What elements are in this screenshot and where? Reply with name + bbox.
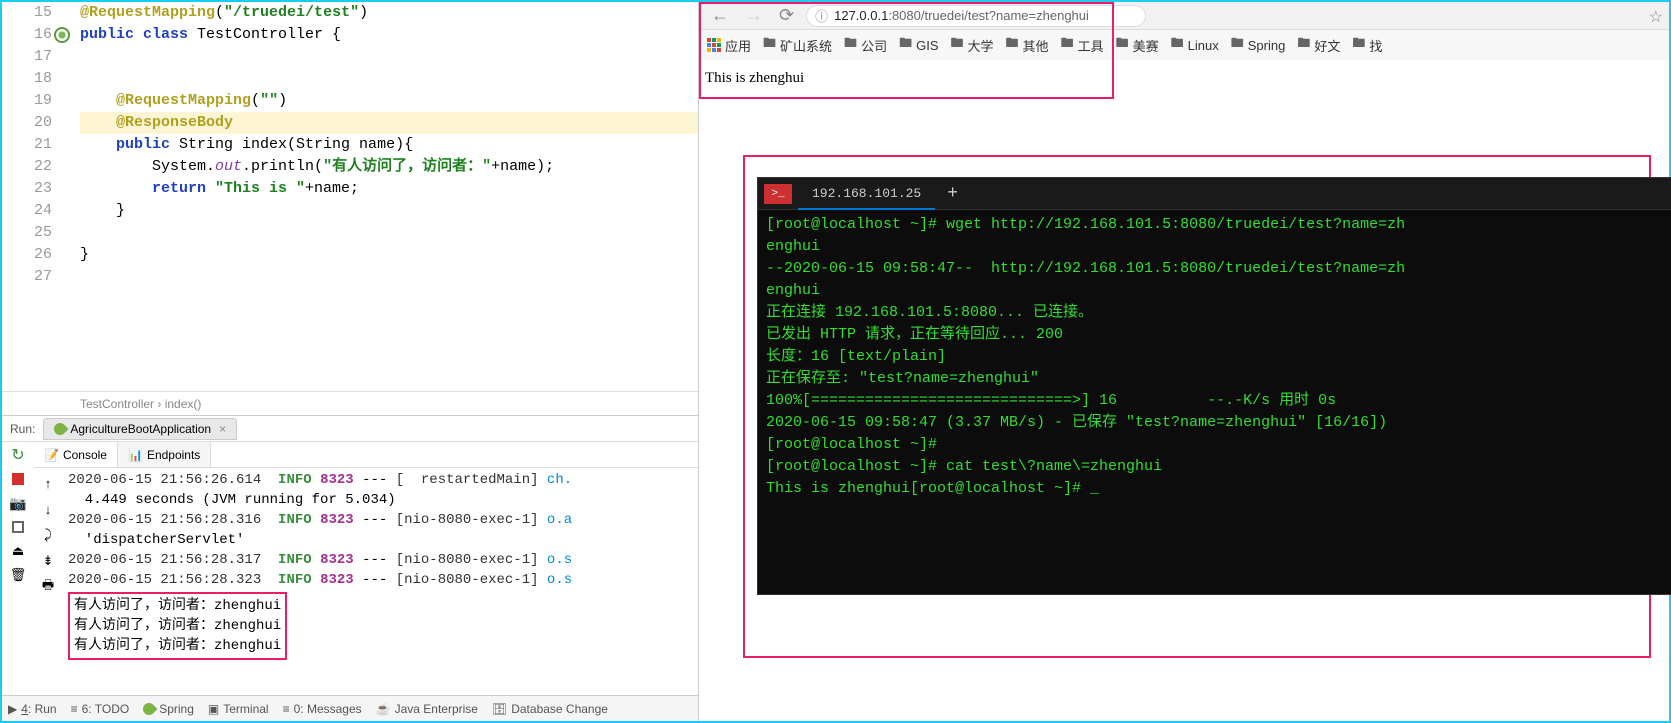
folder-icon: 🖿 — [1297, 34, 1310, 56]
apps-icon — [707, 38, 721, 52]
console-tab[interactable]: 📝 Console — [34, 442, 118, 467]
gutter-line: 23 — [2, 178, 52, 200]
back-icon[interactable]: ← — [707, 5, 733, 26]
folder-icon: 🖿 — [1171, 34, 1184, 56]
scroll-icon[interactable]: ⇟ — [39, 552, 57, 570]
dump-icon[interactable]: 📷 — [9, 494, 27, 512]
folder-icon: 🖿 — [1061, 34, 1074, 56]
gutter-line: 18 — [2, 68, 52, 90]
gutter-line: 27 — [2, 266, 52, 288]
folder-icon: 🖿 — [1006, 34, 1019, 56]
bookmark-folder[interactable]: 🖿Linux — [1171, 34, 1219, 56]
gutter-line: 20 — [2, 112, 52, 134]
line-gutter: 15 16 17 18 19 20 21 22 23 24 25 26 27 — [2, 2, 60, 391]
gutter-line: 21 — [2, 134, 52, 156]
bookmark-star-icon[interactable]: ☆ — [1649, 7, 1663, 27]
bookmark-folder[interactable]: 🖿公司 — [844, 34, 887, 56]
spring-tool[interactable]: Spring — [143, 702, 194, 716]
code-content[interactable]: @RequestMapping("/truedei/test") public … — [60, 2, 698, 391]
folder-icon: 🖿 — [1352, 34, 1365, 56]
close-icon[interactable]: × — [219, 422, 226, 436]
up-icon[interactable]: ↑ — [39, 474, 57, 492]
info-icon[interactable]: ⓘ — [815, 6, 828, 25]
terminal-app-icon: >_ — [764, 184, 792, 204]
gutter-line: 26 — [2, 244, 52, 266]
folder-icon: 🖿 — [844, 34, 857, 56]
folder-icon: 🖿 — [899, 34, 912, 56]
new-tab-icon[interactable]: + — [935, 184, 970, 204]
gutter-line: 16 — [2, 24, 52, 46]
terminal-output[interactable]: [root@localhost ~]# wget http://192.168.… — [758, 210, 1671, 504]
forward-icon[interactable]: → — [741, 5, 767, 26]
browser-chrome: ← → ⟳ ⓘ 127.0.0.1:8080/truedei/test?name… — [699, 2, 1669, 60]
spring-icon — [54, 27, 70, 43]
gutter-line: 25 — [2, 222, 52, 244]
bookmark-folder[interactable]: 🖿Spring — [1231, 34, 1286, 56]
gutter-line: 15 — [2, 2, 52, 24]
gutter-line: 22 — [2, 156, 52, 178]
folder-icon: 🖿 — [763, 34, 776, 56]
address-bar[interactable]: ⓘ 127.0.0.1:8080/truedei/test?name=zheng… — [806, 5, 1146, 27]
messages-tool[interactable]: ≡ 0: Messages — [283, 702, 362, 716]
exit-icon[interactable]: ⏏ — [9, 542, 27, 560]
bookmark-folder[interactable]: 🖿其他 — [1006, 34, 1049, 56]
spring-boot-icon — [52, 420, 69, 437]
wrap-icon[interactable]: ⤸ — [39, 526, 57, 544]
run-toolbar: ↻ 📷 ⏏ 🗑 — [2, 442, 34, 695]
gutter-line: 17 — [2, 46, 52, 68]
terminal-window: >_ 192.168.101.25 + ≡ — ☐ ✕ [root@localh… — [757, 177, 1671, 595]
console-toolbar: ↑ ↓ ⤸ ⇟ 🖶 — [34, 468, 62, 695]
folder-icon: 🖿 — [951, 34, 964, 56]
gutter-line: 24 — [2, 200, 52, 222]
todo-tool[interactable]: ≡ 6: TODO — [71, 702, 130, 716]
bookmark-folder[interactable]: 🖿矿山系统 — [763, 34, 832, 56]
ide-panel: 15 16 17 18 19 20 21 22 23 24 25 26 27 @… — [2, 2, 699, 721]
terminal-tab[interactable]: 192.168.101.25 — [798, 178, 935, 210]
endpoints-tab[interactable]: 📊 Endpoints — [118, 442, 211, 467]
print-icon[interactable]: 🖶 — [39, 578, 57, 596]
run-tool[interactable]: ▶ 4: Run — [8, 702, 57, 716]
run-label: Run: — [2, 422, 43, 436]
folder-icon: 🖿 — [1116, 34, 1129, 56]
bookmark-folder[interactable]: 🖿找 — [1352, 34, 1382, 56]
page-body-text: This is zhenghui — [705, 70, 804, 87]
apps-link[interactable]: 应用 — [707, 36, 751, 55]
code-editor[interactable]: 15 16 17 18 19 20 21 22 23 24 25 26 27 @… — [2, 2, 698, 391]
bottom-toolbar: ▶ 4: Run ≡ 6: TODO Spring ▣ Terminal ≡ 0… — [2, 695, 698, 721]
terminal-tool[interactable]: ▣ Terminal — [208, 702, 269, 716]
bookmark-folder[interactable]: 🖿大学 — [951, 34, 994, 56]
bookmark-folder[interactable]: 🖿工具 — [1061, 34, 1104, 56]
console-output[interactable]: 2020-06-15 21:56:26.614 INFO 8323 --- [ … — [62, 468, 698, 695]
terminal-titlebar: >_ 192.168.101.25 + ≡ — ☐ ✕ — [758, 178, 1671, 210]
bookmark-bar: 应用 🖿矿山系统 🖿公司 🖿GIS 🖿大学 🖿其他 🖿工具 🖿美赛 🖿Linux… — [699, 30, 1669, 60]
bookmark-folder[interactable]: 🖿GIS — [899, 34, 938, 56]
bookmark-folder[interactable]: 🖿美赛 — [1116, 34, 1159, 56]
right-panel: ← → ⟳ ⓘ 127.0.0.1:8080/truedei/test?name… — [699, 2, 1669, 721]
run-panel: Run: AgricultureBootApplication × ↻ 📷 ⏏ … — [2, 415, 698, 695]
gutter-line: 19 — [2, 90, 52, 112]
breadcrumb[interactable]: TestController › index() — [2, 391, 698, 415]
down-icon[interactable]: ↓ — [39, 500, 57, 518]
run-tab[interactable]: AgricultureBootApplication × — [43, 418, 237, 440]
highlighted-output: 有人访问了，访问者：zhenghui 有人访问了，访问者：zhenghui 有人… — [68, 592, 287, 660]
reload-icon[interactable]: ⟳ — [775, 5, 798, 26]
layout-icon[interactable] — [9, 518, 27, 536]
javaee-tool[interactable]: ☕ Java Enterprise — [376, 702, 478, 716]
stop-icon[interactable] — [9, 470, 27, 488]
bookmark-folder[interactable]: 🖿好文 — [1297, 34, 1340, 56]
rerun-icon[interactable]: ↻ — [9, 446, 27, 464]
db-tool[interactable]: 🗄 Database Change — [492, 702, 608, 716]
folder-icon: 🖿 — [1231, 34, 1244, 56]
delete-icon[interactable]: 🗑 — [9, 566, 27, 584]
